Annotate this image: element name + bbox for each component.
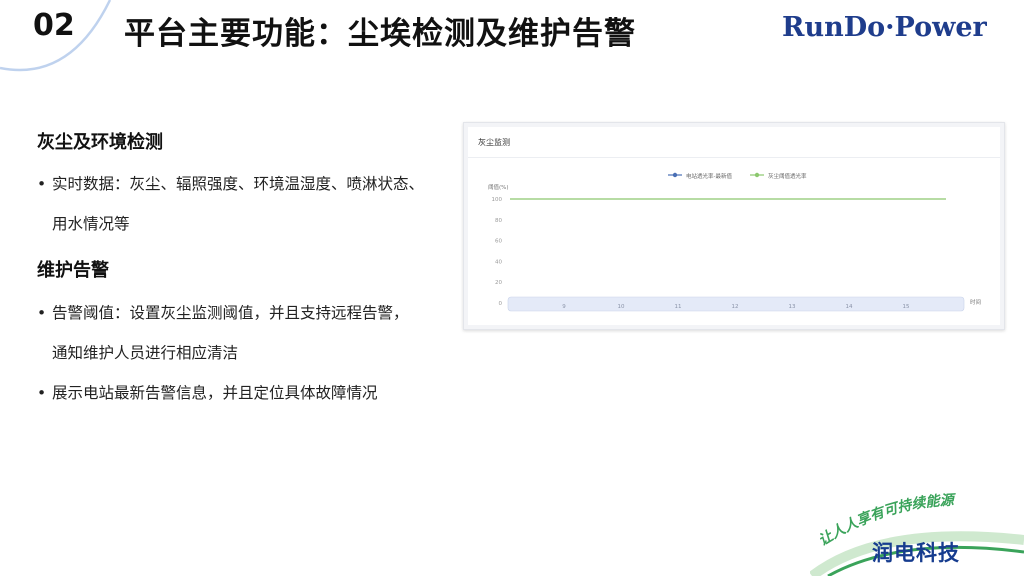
footer-brand: 润电科技	[872, 541, 960, 565]
bullet-dot: •	[37, 304, 47, 322]
dust-monitor-panel: 灰尘监测 电站透光率-最新值 灰尘阈值透光率 阈值(%) 0 20 40 60 80 100 9 1…	[463, 122, 1005, 330]
x-tick-label: 14	[846, 304, 853, 310]
legend-label-0: 电站透光率-最新值	[686, 172, 732, 180]
bullet-latest-alarm: • 展示电站最新告警信息，并且定位具体故障情况	[37, 381, 378, 403]
bullet-dot: •	[37, 384, 47, 402]
bullet-alarm-threshold: • 告警阈值：设置灰尘监测阈值，并且支持远程告警，	[37, 301, 409, 323]
heading-dust-environment: 灰尘及环境检测	[37, 132, 163, 153]
bullet-text: 告警阈值：设置灰尘监测阈值，并且支持远程告警，	[52, 304, 409, 322]
y-tick-label: 100	[492, 197, 503, 203]
bullet-alarm-threshold-cont: 通知维护人员进行相应清洁	[52, 344, 239, 362]
x-tick-label: 12	[732, 304, 739, 310]
x-tick-label: 9	[562, 304, 566, 310]
bullet-realtime-data: • 实时数据：灰尘、辐照强度、环境温湿度、喷淋状态、	[37, 172, 424, 194]
bullet-text: 实时数据：灰尘、辐照强度、环境温湿度、喷淋状态、	[52, 175, 425, 193]
y-tick-label: 60	[495, 239, 502, 245]
brand-logo: RunDo·Power	[782, 12, 987, 43]
legend-marker-1	[754, 172, 760, 178]
x-tick-label: 15	[903, 304, 910, 310]
y-tick-label: 80	[495, 218, 502, 224]
page-title: 平台主要功能：尘埃检测及维护告警	[124, 16, 636, 52]
dust-monitor-chart: 电站透光率-最新值 灰尘阈值透光率阈值(%) 0 20 40 60 80 100 9 10 11 12…	[488, 172, 981, 312]
x-tick-label: 10	[618, 304, 625, 310]
legend-label-1: 灰尘阈值透光率	[768, 172, 807, 180]
dust-monitor-panel-body: 灰尘监测 电站透光率-最新值 灰尘阈值透光率 阈值(%) 0 20 40 60 80 100 9 1…	[468, 127, 1000, 325]
y-tick-label: 40	[495, 259, 502, 265]
x-tick-label: 11	[675, 304, 682, 310]
y-axis-label: 阈值(%)	[488, 183, 509, 191]
section-number: 02	[33, 8, 75, 43]
x-tick-label: 13	[789, 304, 796, 310]
bullet-text: 展示电站最新告警信息，并且定位具体故障情况	[52, 384, 378, 402]
bullet-dot: •	[37, 175, 47, 193]
heading-maintenance-alarm: 维护告警	[37, 260, 109, 281]
legend-marker-0	[672, 172, 678, 178]
y-tick-label: 20	[495, 280, 502, 286]
bullet-realtime-data-cont: 用水情况等	[52, 215, 130, 233]
x-axis-label: 时间	[970, 298, 981, 306]
y-tick-label: 0	[499, 301, 503, 307]
